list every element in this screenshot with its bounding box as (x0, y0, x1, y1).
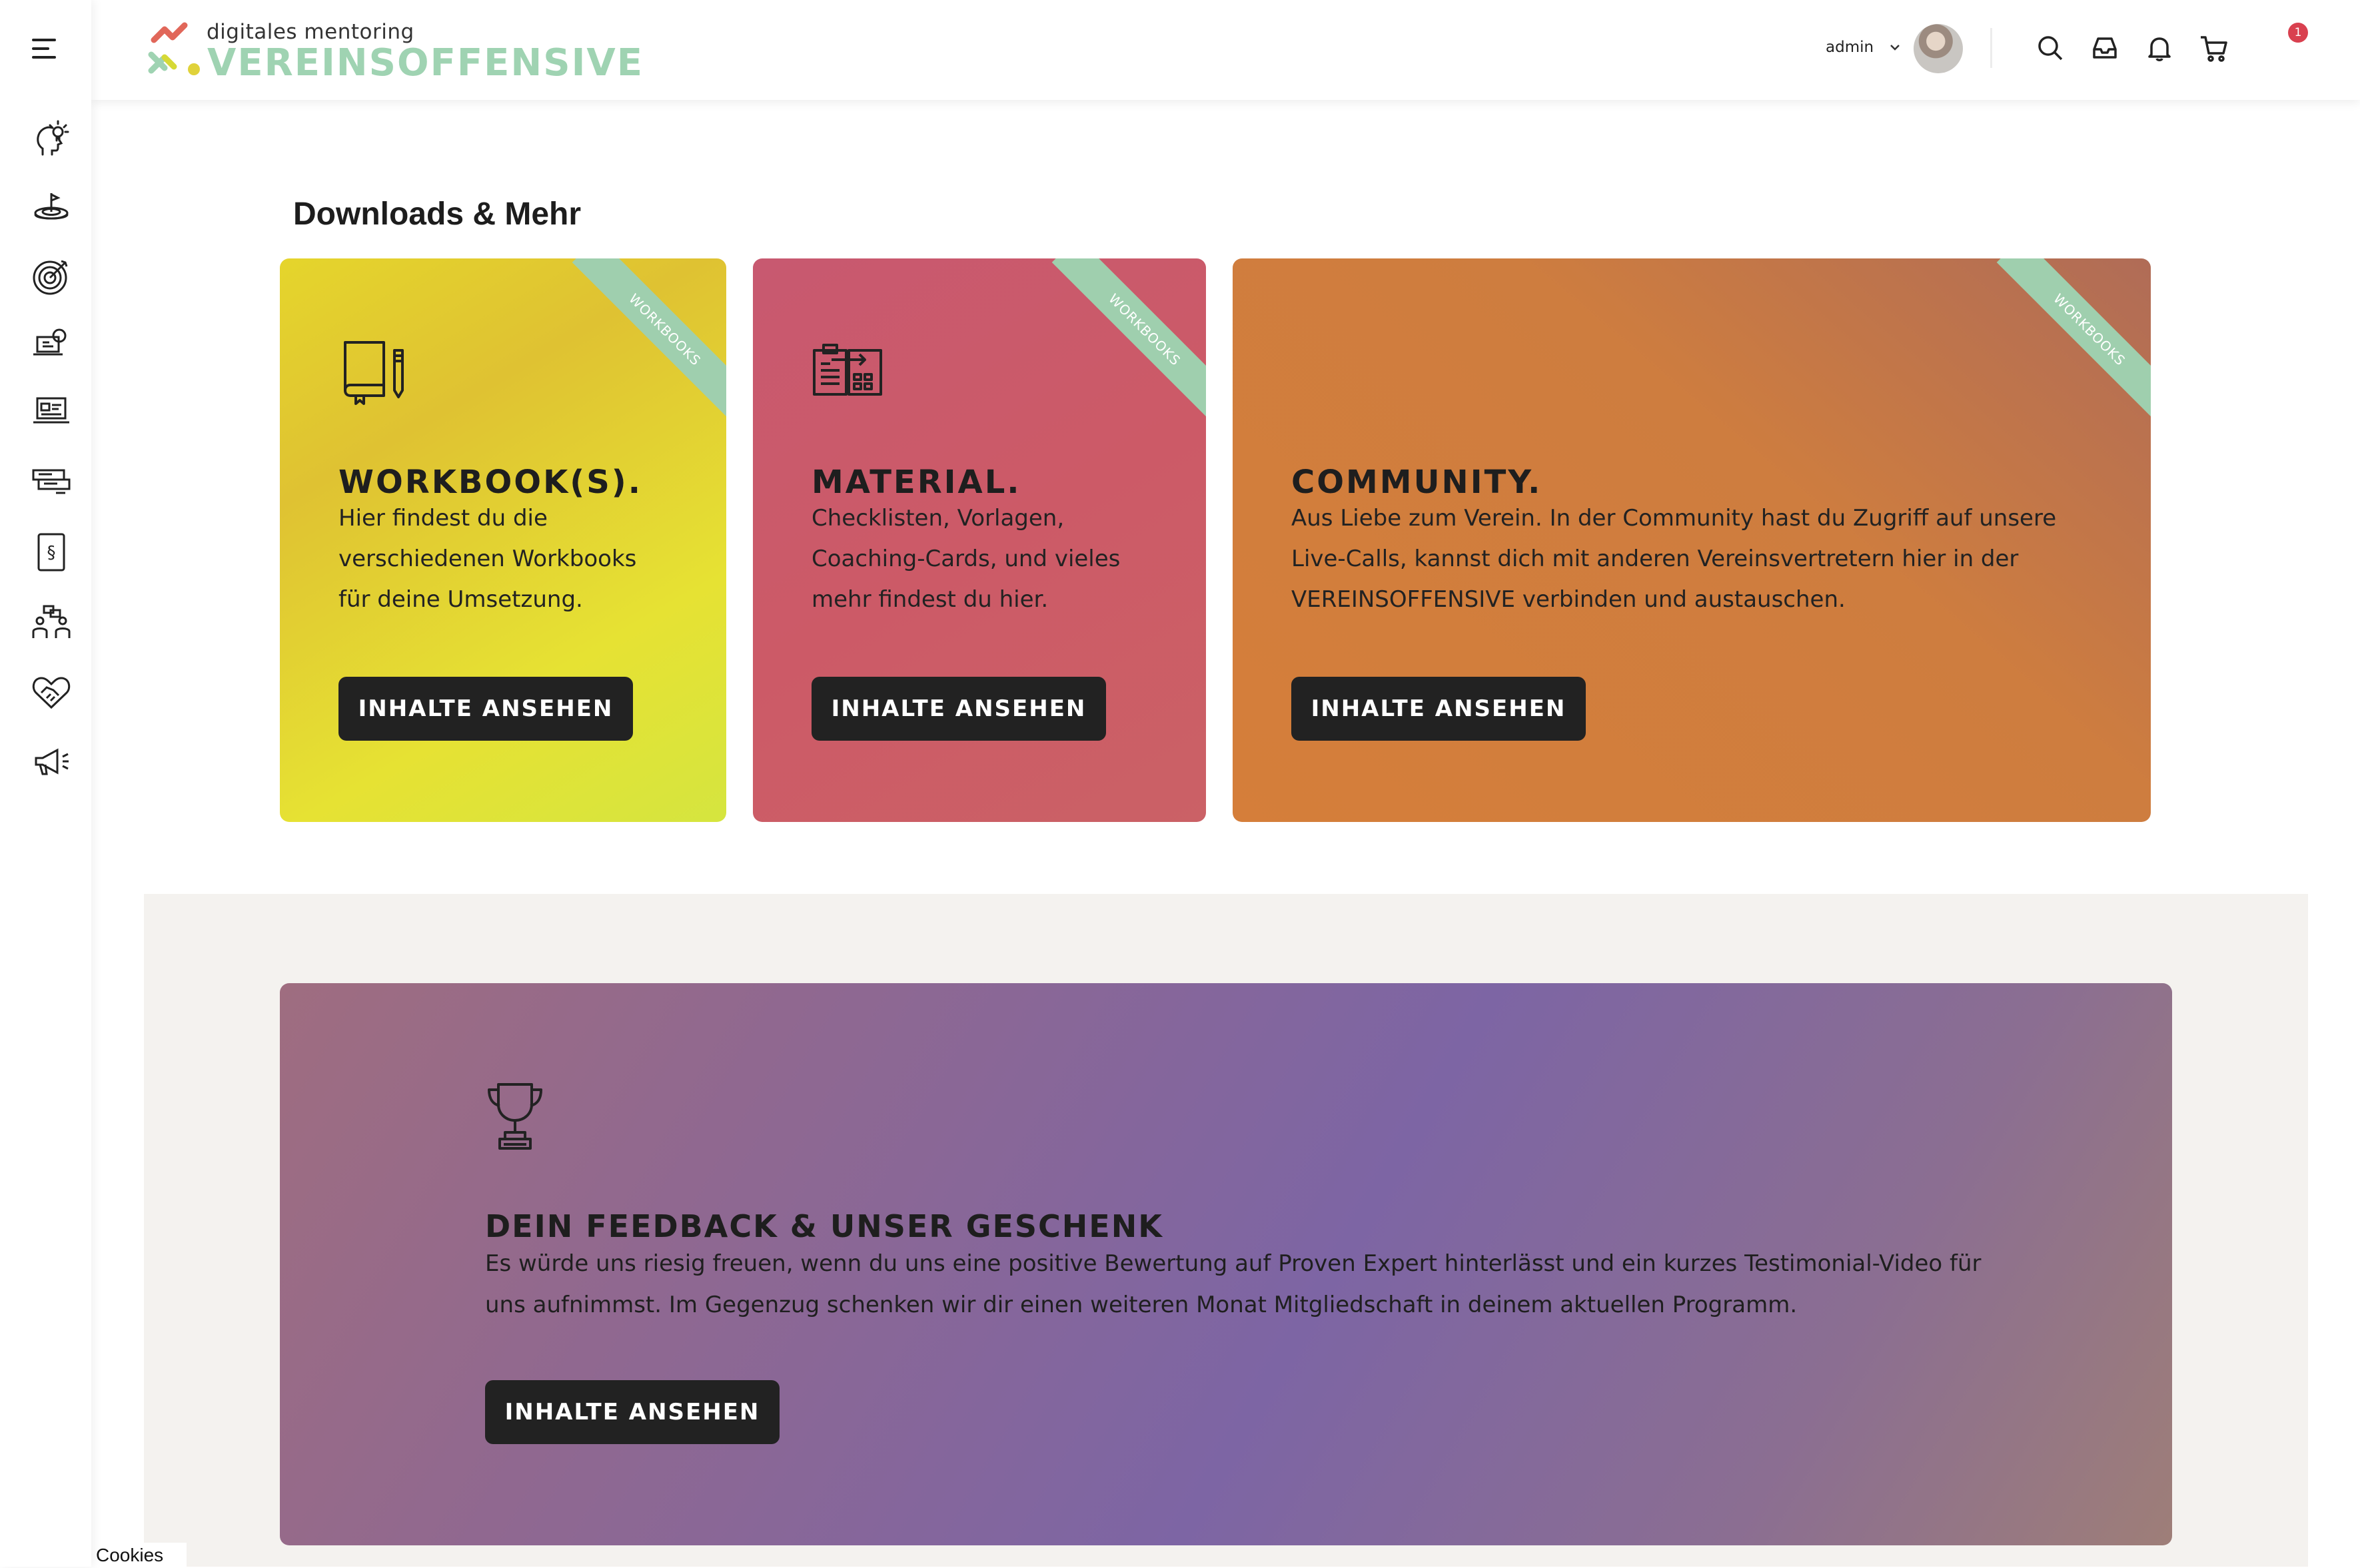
target-on-hand-icon[interactable] (29, 187, 73, 230)
card-description: Hier findest du die verschiedenen Workbo… (338, 505, 637, 613)
card-community: WORKBOOKS COMMUNITY. Aus Liebe zum Verei… (1233, 258, 2151, 822)
megaphone-icon[interactable] (29, 739, 73, 783)
heart-handshake-icon[interactable] (29, 670, 73, 714)
feedback-title: DEIN FEEDBACK & UNSER GESCHENK (485, 1208, 1163, 1245)
view-content-button[interactable]: INHALTE ANSEHEN (338, 677, 633, 741)
layout-screens-icon[interactable] (29, 458, 73, 502)
sidebar: § (0, 0, 91, 1567)
card-title: MATERIAL. (812, 463, 1021, 501)
card-workbooks: WORKBOOKS WORKBOOK(S). Hier findest du d… (280, 258, 726, 822)
logo-title: VEREINSOFFENSIVE (207, 41, 644, 85)
card-description: Aus Liebe zum Verein. In der Community h… (1291, 505, 2057, 613)
view-content-button[interactable]: INHALTE ANSEHEN (1291, 677, 1586, 741)
card-material: WORKBOOKS MATERIAL. Checklisten, Vorlage… (753, 258, 1206, 822)
chevron-down-icon[interactable] (1886, 39, 1904, 56)
card-title: WORKBOOK(S). (338, 463, 642, 501)
cart-count-badge: 1 (2288, 23, 2308, 43)
laptop-dashboard-icon[interactable] (29, 389, 73, 433)
category-ribbon: WORKBOOKS (572, 258, 726, 423)
dartboard-icon[interactable] (29, 254, 73, 298)
cookies-link[interactable]: Cookies (92, 1543, 187, 1567)
cart-icon[interactable] (2198, 32, 2230, 64)
bell-icon[interactable] (2143, 32, 2175, 64)
clipboard-documents-icon (812, 337, 885, 410)
category-ribbon: WORKBOOKS (1051, 258, 1206, 423)
header-divider (1990, 28, 1992, 68)
category-ribbon: WORKBOOKS (1996, 258, 2151, 423)
feedback-description: Es würde uns riesig freuen, wenn du uns … (485, 1250, 1982, 1318)
avatar[interactable] (1914, 24, 1963, 73)
head-lightbulb-icon[interactable] (29, 117, 73, 161)
svg-text:§: § (47, 543, 56, 563)
card-description: Checklisten, Vorlagen, Coaching-Cards, u… (812, 505, 1121, 613)
inbox-icon[interactable] (2089, 32, 2121, 64)
logo-mark-icon (148, 22, 200, 75)
team-meeting-icon[interactable] (29, 601, 73, 645)
card-title: COMMUNITY. (1291, 463, 1542, 501)
feedback-card: DEIN FEEDBACK & UNSER GESCHENK Es würde … (280, 983, 2172, 1545)
trophy-icon (485, 1080, 545, 1154)
search-icon[interactable] (2034, 32, 2066, 64)
laptop-chat-icon[interactable] (29, 322, 73, 366)
user-menu-label[interactable]: admin (1826, 39, 1874, 56)
law-document-icon[interactable]: § (29, 530, 73, 574)
view-content-button[interactable]: INHALTE ANSEHEN (812, 677, 1106, 741)
book-pencil-icon (338, 337, 412, 410)
view-content-button[interactable]: INHALTE ANSEHEN (485, 1380, 780, 1444)
logo[interactable]: digitales mentoring VEREINSOFFENSIVE (145, 20, 718, 87)
page-title: Downloads & Mehr (293, 196, 582, 232)
logo-subtitle: digitales mentoring (207, 20, 414, 44)
top-header: digitales mentoring VEREINSOFFENSIVE adm… (91, 0, 2360, 100)
menu-toggle-icon[interactable] (32, 37, 60, 60)
